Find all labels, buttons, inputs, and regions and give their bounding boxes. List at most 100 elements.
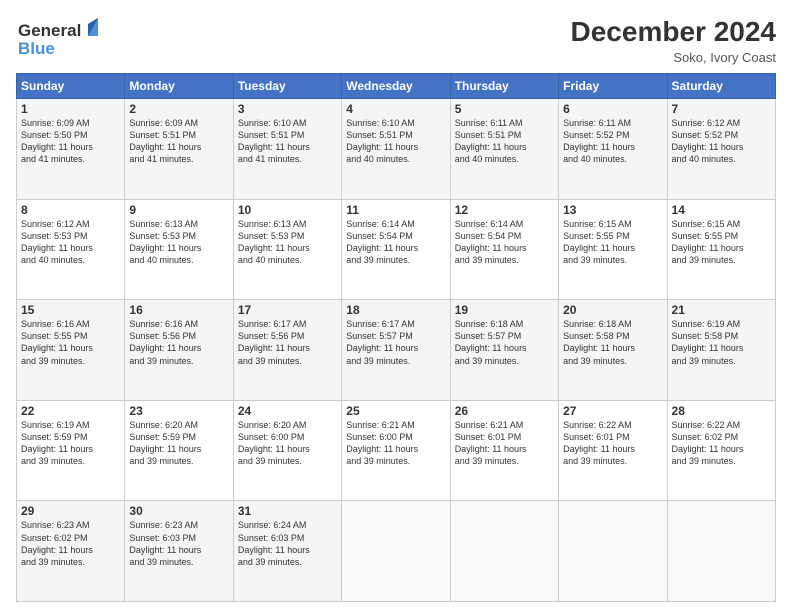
calendar-cell	[667, 501, 775, 602]
title-block: December 2024 Soko, Ivory Coast	[571, 16, 776, 65]
day-info: Sunrise: 6:21 AM Sunset: 6:01 PM Dayligh…	[455, 419, 554, 468]
location: Soko, Ivory Coast	[571, 50, 776, 65]
svg-text:General: General	[18, 21, 81, 40]
day-info: Sunrise: 6:16 AM Sunset: 5:56 PM Dayligh…	[129, 318, 228, 367]
col-friday: Friday	[559, 74, 667, 99]
calendar-cell: 5Sunrise: 6:11 AM Sunset: 5:51 PM Daylig…	[450, 99, 558, 200]
calendar-cell: 6Sunrise: 6:11 AM Sunset: 5:52 PM Daylig…	[559, 99, 667, 200]
day-number: 1	[21, 102, 120, 116]
day-info: Sunrise: 6:13 AM Sunset: 5:53 PM Dayligh…	[238, 218, 337, 267]
day-number: 6	[563, 102, 662, 116]
day-info: Sunrise: 6:11 AM Sunset: 5:51 PM Dayligh…	[455, 117, 554, 166]
col-sunday: Sunday	[17, 74, 125, 99]
calendar-cell: 31Sunrise: 6:24 AM Sunset: 6:03 PM Dayli…	[233, 501, 341, 602]
calendar-cell: 12Sunrise: 6:14 AM Sunset: 5:54 PM Dayli…	[450, 199, 558, 300]
day-info: Sunrise: 6:17 AM Sunset: 5:56 PM Dayligh…	[238, 318, 337, 367]
day-info: Sunrise: 6:10 AM Sunset: 5:51 PM Dayligh…	[346, 117, 445, 166]
day-number: 9	[129, 203, 228, 217]
calendar-cell: 15Sunrise: 6:16 AM Sunset: 5:55 PM Dayli…	[17, 300, 125, 401]
day-number: 7	[672, 102, 771, 116]
col-saturday: Saturday	[667, 74, 775, 99]
day-number: 19	[455, 303, 554, 317]
calendar-cell: 4Sunrise: 6:10 AM Sunset: 5:51 PM Daylig…	[342, 99, 450, 200]
day-number: 20	[563, 303, 662, 317]
calendar-cell: 24Sunrise: 6:20 AM Sunset: 6:00 PM Dayli…	[233, 400, 341, 501]
day-number: 25	[346, 404, 445, 418]
calendar-week-5: 29Sunrise: 6:23 AM Sunset: 6:02 PM Dayli…	[17, 501, 776, 602]
calendar-cell: 3Sunrise: 6:10 AM Sunset: 5:51 PM Daylig…	[233, 99, 341, 200]
calendar-cell: 27Sunrise: 6:22 AM Sunset: 6:01 PM Dayli…	[559, 400, 667, 501]
calendar-cell	[450, 501, 558, 602]
calendar-cell: 9Sunrise: 6:13 AM Sunset: 5:53 PM Daylig…	[125, 199, 233, 300]
calendar-cell: 1Sunrise: 6:09 AM Sunset: 5:50 PM Daylig…	[17, 99, 125, 200]
calendar-cell: 17Sunrise: 6:17 AM Sunset: 5:56 PM Dayli…	[233, 300, 341, 401]
day-info: Sunrise: 6:20 AM Sunset: 5:59 PM Dayligh…	[129, 419, 228, 468]
header: General Blue December 2024 Soko, Ivory C…	[16, 16, 776, 65]
day-info: Sunrise: 6:24 AM Sunset: 6:03 PM Dayligh…	[238, 519, 337, 568]
day-info: Sunrise: 6:23 AM Sunset: 6:02 PM Dayligh…	[21, 519, 120, 568]
month-title: December 2024	[571, 16, 776, 48]
day-number: 24	[238, 404, 337, 418]
day-number: 17	[238, 303, 337, 317]
day-number: 2	[129, 102, 228, 116]
day-info: Sunrise: 6:14 AM Sunset: 5:54 PM Dayligh…	[455, 218, 554, 267]
day-number: 26	[455, 404, 554, 418]
day-info: Sunrise: 6:18 AM Sunset: 5:57 PM Dayligh…	[455, 318, 554, 367]
calendar-cell: 16Sunrise: 6:16 AM Sunset: 5:56 PM Dayli…	[125, 300, 233, 401]
day-number: 29	[21, 504, 120, 518]
calendar-cell: 28Sunrise: 6:22 AM Sunset: 6:02 PM Dayli…	[667, 400, 775, 501]
calendar-cell: 10Sunrise: 6:13 AM Sunset: 5:53 PM Dayli…	[233, 199, 341, 300]
day-number: 18	[346, 303, 445, 317]
col-thursday: Thursday	[450, 74, 558, 99]
day-number: 5	[455, 102, 554, 116]
calendar-cell: 30Sunrise: 6:23 AM Sunset: 6:03 PM Dayli…	[125, 501, 233, 602]
calendar-cell: 8Sunrise: 6:12 AM Sunset: 5:53 PM Daylig…	[17, 199, 125, 300]
day-info: Sunrise: 6:14 AM Sunset: 5:54 PM Dayligh…	[346, 218, 445, 267]
calendar-week-4: 22Sunrise: 6:19 AM Sunset: 5:59 PM Dayli…	[17, 400, 776, 501]
day-info: Sunrise: 6:15 AM Sunset: 5:55 PM Dayligh…	[563, 218, 662, 267]
day-info: Sunrise: 6:12 AM Sunset: 5:52 PM Dayligh…	[672, 117, 771, 166]
day-number: 13	[563, 203, 662, 217]
calendar-week-2: 8Sunrise: 6:12 AM Sunset: 5:53 PM Daylig…	[17, 199, 776, 300]
calendar-cell: 29Sunrise: 6:23 AM Sunset: 6:02 PM Dayli…	[17, 501, 125, 602]
calendar-cell: 13Sunrise: 6:15 AM Sunset: 5:55 PM Dayli…	[559, 199, 667, 300]
day-info: Sunrise: 6:20 AM Sunset: 6:00 PM Dayligh…	[238, 419, 337, 468]
calendar-week-1: 1Sunrise: 6:09 AM Sunset: 5:50 PM Daylig…	[17, 99, 776, 200]
day-number: 8	[21, 203, 120, 217]
col-tuesday: Tuesday	[233, 74, 341, 99]
calendar-cell: 20Sunrise: 6:18 AM Sunset: 5:58 PM Dayli…	[559, 300, 667, 401]
calendar-cell: 21Sunrise: 6:19 AM Sunset: 5:58 PM Dayli…	[667, 300, 775, 401]
calendar-cell: 19Sunrise: 6:18 AM Sunset: 5:57 PM Dayli…	[450, 300, 558, 401]
day-info: Sunrise: 6:12 AM Sunset: 5:53 PM Dayligh…	[21, 218, 120, 267]
calendar-cell: 23Sunrise: 6:20 AM Sunset: 5:59 PM Dayli…	[125, 400, 233, 501]
calendar-cell: 26Sunrise: 6:21 AM Sunset: 6:01 PM Dayli…	[450, 400, 558, 501]
day-info: Sunrise: 6:09 AM Sunset: 5:50 PM Dayligh…	[21, 117, 120, 166]
day-number: 12	[455, 203, 554, 217]
day-info: Sunrise: 6:22 AM Sunset: 6:01 PM Dayligh…	[563, 419, 662, 468]
calendar-cell: 7Sunrise: 6:12 AM Sunset: 5:52 PM Daylig…	[667, 99, 775, 200]
day-info: Sunrise: 6:11 AM Sunset: 5:52 PM Dayligh…	[563, 117, 662, 166]
day-number: 14	[672, 203, 771, 217]
calendar-container: General Blue December 2024 Soko, Ivory C…	[0, 0, 792, 612]
day-number: 10	[238, 203, 337, 217]
day-info: Sunrise: 6:09 AM Sunset: 5:51 PM Dayligh…	[129, 117, 228, 166]
calendar-cell	[342, 501, 450, 602]
calendar-cell: 14Sunrise: 6:15 AM Sunset: 5:55 PM Dayli…	[667, 199, 775, 300]
calendar-cell: 22Sunrise: 6:19 AM Sunset: 5:59 PM Dayli…	[17, 400, 125, 501]
day-number: 30	[129, 504, 228, 518]
day-number: 4	[346, 102, 445, 116]
day-number: 28	[672, 404, 771, 418]
day-info: Sunrise: 6:16 AM Sunset: 5:55 PM Dayligh…	[21, 318, 120, 367]
day-info: Sunrise: 6:19 AM Sunset: 5:59 PM Dayligh…	[21, 419, 120, 468]
svg-text:Blue: Blue	[18, 39, 55, 58]
day-info: Sunrise: 6:21 AM Sunset: 6:00 PM Dayligh…	[346, 419, 445, 468]
day-info: Sunrise: 6:13 AM Sunset: 5:53 PM Dayligh…	[129, 218, 228, 267]
day-number: 11	[346, 203, 445, 217]
calendar-week-3: 15Sunrise: 6:16 AM Sunset: 5:55 PM Dayli…	[17, 300, 776, 401]
day-number: 3	[238, 102, 337, 116]
day-info: Sunrise: 6:10 AM Sunset: 5:51 PM Dayligh…	[238, 117, 337, 166]
day-info: Sunrise: 6:19 AM Sunset: 5:58 PM Dayligh…	[672, 318, 771, 367]
day-info: Sunrise: 6:15 AM Sunset: 5:55 PM Dayligh…	[672, 218, 771, 267]
calendar-cell	[559, 501, 667, 602]
day-info: Sunrise: 6:17 AM Sunset: 5:57 PM Dayligh…	[346, 318, 445, 367]
